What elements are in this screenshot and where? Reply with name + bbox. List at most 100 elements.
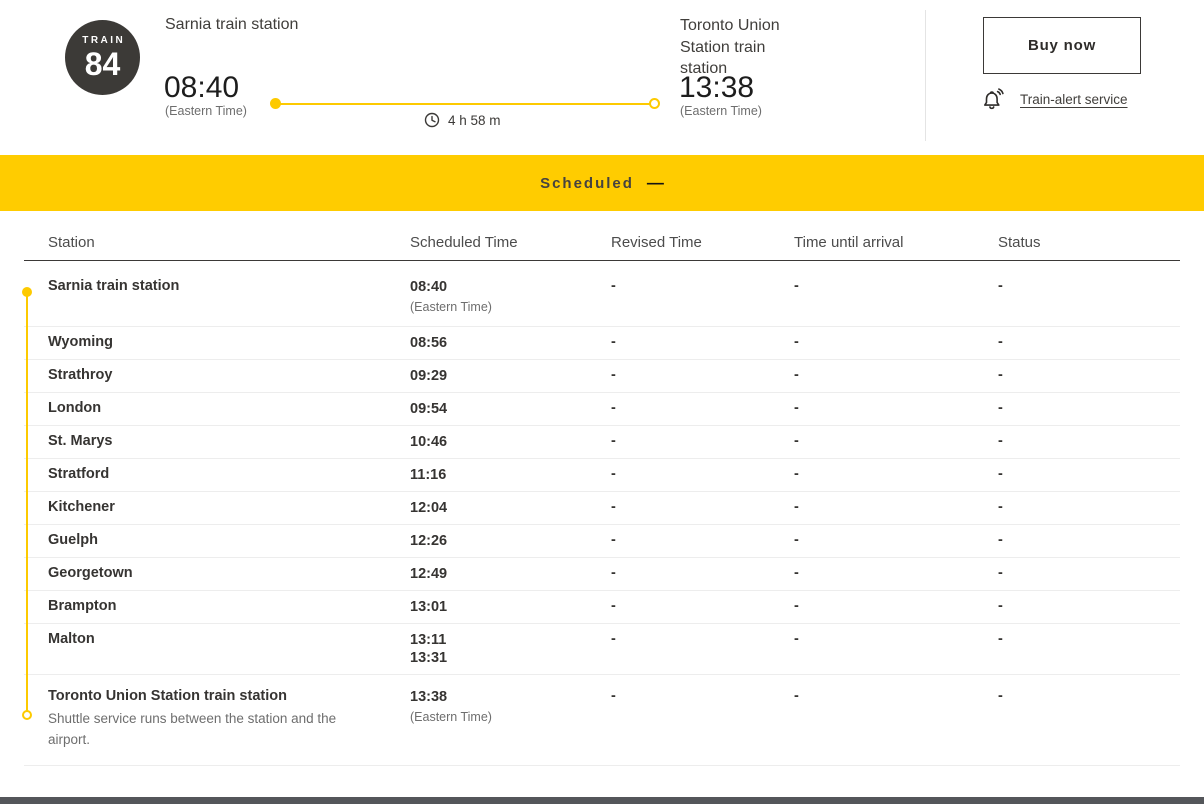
station-name: Stratford — [48, 466, 410, 483]
station-cell: Strathroy — [24, 367, 410, 384]
station-name: Brampton — [48, 598, 410, 615]
origin-departure-time: 08:40 — [164, 71, 239, 105]
revised-time-cell: - — [611, 688, 794, 704]
scheduled-time-cell: 12:49 — [410, 565, 611, 583]
column-header-scheduled-time: Scheduled Time — [410, 234, 611, 251]
status-cell: - — [998, 598, 1180, 614]
origin-station-name: Sarnia train station — [165, 16, 298, 34]
column-header-time-until-arrival: Time until arrival — [794, 234, 998, 251]
table-row: Malton13:1113:31--- — [24, 624, 1180, 675]
time-until-arrival-cell: - — [794, 367, 998, 383]
revised-time-cell: - — [611, 400, 794, 416]
column-header-status: Status — [998, 234, 1180, 251]
table-row: Toronto Union Station train station Shutt… — [24, 675, 1180, 766]
journey-end-circle — [649, 98, 660, 109]
scheduled-time: 12:26 — [410, 532, 611, 550]
station-cell: Guelph — [24, 532, 410, 549]
destination-timezone-label: (Eastern Time) — [680, 104, 762, 118]
table-row: Kitchener12:04--- — [24, 492, 1180, 525]
time-until-arrival-cell: - — [794, 631, 998, 647]
station-name: St. Marys — [48, 433, 410, 450]
origin-timezone-label: (Eastern Time) — [165, 104, 247, 118]
train-alert-row: Train-alert service — [980, 86, 1128, 113]
scheduled-time-cell: 09:54 — [410, 400, 611, 418]
rail-destination-circle — [22, 710, 32, 720]
station-cell: Malton — [24, 631, 410, 648]
rail-vertical-line — [26, 295, 28, 712]
scheduled-time: 13:38 — [410, 688, 611, 706]
scheduled-time: 13:31 — [410, 649, 611, 667]
table-row: Wyoming08:56--- — [24, 327, 1180, 360]
station-cell: Georgetown — [24, 565, 410, 582]
scheduled-time: 13:01 — [410, 598, 611, 616]
scheduled-time-cell: 12:26 — [410, 532, 611, 550]
station-note: Shuttle service runs between the station… — [48, 708, 348, 750]
revised-time-cell: - — [611, 466, 794, 482]
scheduled-time: 12:49 — [410, 565, 611, 583]
station-name: Malton — [48, 631, 410, 648]
station-cell: Kitchener — [24, 499, 410, 516]
bottom-scrollbar[interactable] — [0, 797, 1204, 804]
table-row: St. Marys10:46--- — [24, 426, 1180, 459]
scheduled-time: 10:46 — [410, 433, 611, 451]
destination-arrival-time: 13:38 — [679, 71, 754, 105]
trip-duration-label: 4 h 58 m — [448, 113, 501, 128]
train-alert-service-link[interactable]: Train-alert service — [1020, 92, 1128, 107]
station-cell: Toronto Union Station train station Shutt… — [24, 688, 410, 750]
status-cell: - — [998, 367, 1180, 383]
status-cell: - — [998, 400, 1180, 416]
time-until-arrival-cell: - — [794, 278, 998, 294]
table-row: Guelph12:26--- — [24, 525, 1180, 558]
scheduled-time-cell: 08:40 (Eastern Time) — [410, 278, 611, 315]
timezone-label: (Eastern Time) — [410, 710, 611, 725]
status-cell: - — [998, 631, 1180, 647]
table-row: London09:54--- — [24, 393, 1180, 426]
trip-summary-header: TRAIN 84 Sarnia train station 08:40 (Eas… — [0, 0, 1204, 155]
column-header-station: Station — [24, 234, 410, 251]
revised-time-cell: - — [611, 433, 794, 449]
revised-time-cell: - — [611, 278, 794, 294]
station-name: Georgetown — [48, 565, 410, 582]
station-cell: Stratford — [24, 466, 410, 483]
train-badge-label: TRAIN — [80, 35, 126, 46]
scheduled-time-cell: 09:29 — [410, 367, 611, 385]
table-row: Georgetown12:49--- — [24, 558, 1180, 591]
station-cell: St. Marys — [24, 433, 410, 450]
scheduled-time-cell: 13:38 (Eastern Time) — [410, 688, 611, 725]
buy-now-button[interactable]: Buy now — [983, 17, 1141, 74]
scheduled-time: 11:16 — [410, 466, 611, 484]
time-until-arrival-cell: - — [794, 433, 998, 449]
scheduled-time: 09:29 — [410, 367, 611, 385]
scheduled-time-cell: 12:04 — [410, 499, 611, 517]
station-cell: Sarnia train station — [24, 278, 410, 295]
station-name: Strathroy — [48, 367, 410, 384]
station-cell: London — [24, 400, 410, 417]
table-row: Strathroy09:29--- — [24, 360, 1180, 393]
station-cell: Brampton — [24, 598, 410, 615]
clock-icon — [424, 112, 440, 128]
scheduled-time: 08:40 — [410, 278, 611, 296]
station-schedule-table: Station Scheduled Time Revised Time Time… — [24, 211, 1180, 766]
time-until-arrival-cell: - — [794, 334, 998, 350]
station-name: Toronto Union Station train station — [48, 688, 410, 705]
table-row: Sarnia train station08:40(Eastern Time)-… — [24, 261, 1180, 327]
timezone-label: (Eastern Time) — [410, 300, 611, 315]
bell-icon — [980, 86, 1007, 113]
station-name: London — [48, 400, 410, 417]
journey-timeline — [277, 103, 655, 105]
station-table-body: Sarnia train station08:40(Eastern Time)-… — [24, 261, 1180, 766]
status-cell: - — [998, 466, 1180, 482]
revised-time-cell: - — [611, 499, 794, 515]
status-cell: - — [998, 334, 1180, 350]
revised-time-cell: - — [611, 565, 794, 581]
scheduled-status-banner[interactable]: Scheduled — — [0, 155, 1204, 211]
scheduled-time: 09:54 — [410, 400, 611, 418]
station-name: Guelph — [48, 532, 410, 549]
revised-time-cell: - — [611, 532, 794, 548]
scheduled-time-cell: 08:56 — [410, 334, 611, 352]
status-cell: - — [998, 278, 1180, 294]
status-cell: - — [998, 532, 1180, 548]
table-row: Brampton13:01--- — [24, 591, 1180, 624]
collapse-dash-icon: — — [647, 174, 664, 193]
time-until-arrival-cell: - — [794, 598, 998, 614]
